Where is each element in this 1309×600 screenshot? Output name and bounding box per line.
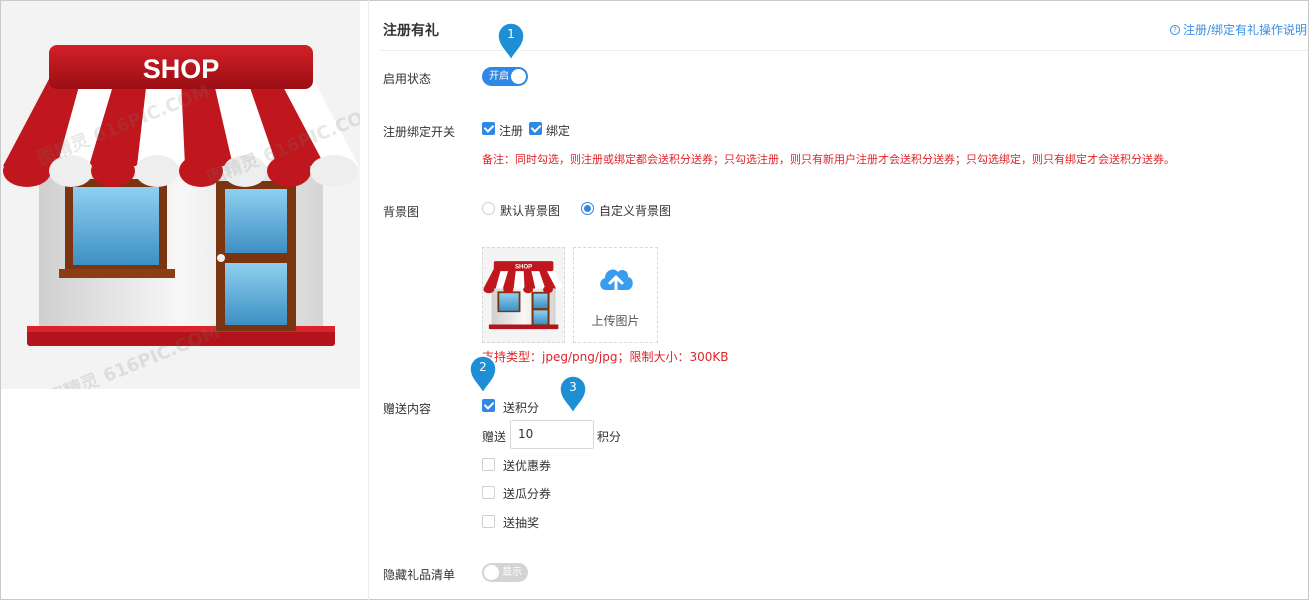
custom-background-label: 自定义背景图	[599, 204, 672, 218]
status-label: 启用状态	[383, 72, 432, 86]
background-label: 背景图	[383, 205, 420, 219]
hide-gift-toggle-text: 显示	[502, 567, 522, 578]
toggle-knob	[484, 565, 499, 580]
upload-image-label: 上传图片	[591, 314, 640, 328]
help-link[interactable]: ? 注册/绑定有礼操作说明	[1169, 21, 1307, 38]
panel-divider	[368, 0, 369, 600]
coupon-option-label: 送优惠券	[503, 459, 552, 473]
question-icon: ?	[1169, 24, 1180, 35]
custom-background-radio[interactable]	[581, 202, 594, 215]
split-coupon-checkbox[interactable]	[482, 486, 495, 499]
thumbnail-sign-text: SHOP	[515, 264, 532, 271]
annotation-marker-2: 2	[468, 355, 498, 395]
points-suffix: 积分	[597, 430, 622, 444]
points-prefix: 赠送	[482, 430, 507, 444]
upload-support-text: 支持类型：jpeg/png/jpg；限制大小：300KB	[482, 350, 729, 364]
lottery-option-label: 送抽奖	[503, 516, 540, 530]
annotation-marker-1: 1	[496, 22, 526, 62]
default-background-label: 默认背景图	[500, 204, 561, 218]
coupon-checkbox[interactable]	[482, 458, 495, 471]
shop-thumbnail-image: SHOP	[483, 261, 564, 330]
marker-number: 2	[479, 360, 487, 374]
page-title: 注册有礼	[383, 23, 439, 39]
points-option-label: 送积分	[503, 401, 540, 415]
register-bind-label: 注册绑定开关	[383, 125, 456, 139]
toggle-knob	[511, 69, 526, 84]
annotation-marker-3: 3	[558, 375, 588, 415]
shop-sign-text: SHOP	[143, 54, 220, 84]
points-checkbox[interactable]	[482, 399, 495, 412]
hide-gift-label: 隐藏礼品清单	[383, 568, 456, 582]
help-link-text: 注册/绑定有礼操作说明	[1182, 23, 1307, 37]
marker-number: 1	[507, 27, 515, 41]
lottery-checkbox[interactable]	[482, 515, 495, 528]
gift-content-label: 赠送内容	[383, 402, 432, 416]
status-toggle-text: 开启	[489, 71, 509, 82]
register-bind-note: 备注：同时勾选，则注册或绑定都会送积分送券；只勾选注册，则只有新用户注册才会送积…	[482, 153, 1175, 166]
bind-option-label: 绑定	[546, 124, 571, 138]
status-toggle[interactable]: 开启	[482, 67, 528, 86]
bind-checkbox[interactable]	[529, 122, 542, 135]
register-checkbox[interactable]	[482, 122, 495, 135]
background-preview: SHOP 图精灵 616PIC.COM 图精灵 616PIC.COM 图精灵 6…	[1, 1, 360, 389]
upload-image-button[interactable]: 上传图片	[573, 247, 658, 343]
marker-number: 3	[569, 380, 577, 394]
points-amount-input[interactable]: 10	[510, 420, 594, 449]
register-option-label: 注册	[499, 124, 524, 138]
cloud-upload-icon	[600, 269, 633, 296]
background-thumbnail[interactable]: SHOP	[482, 247, 565, 343]
hide-gift-toggle[interactable]: 显示	[482, 563, 528, 582]
split-coupon-option-label: 送瓜分券	[503, 487, 552, 501]
default-background-radio[interactable]	[482, 202, 495, 215]
